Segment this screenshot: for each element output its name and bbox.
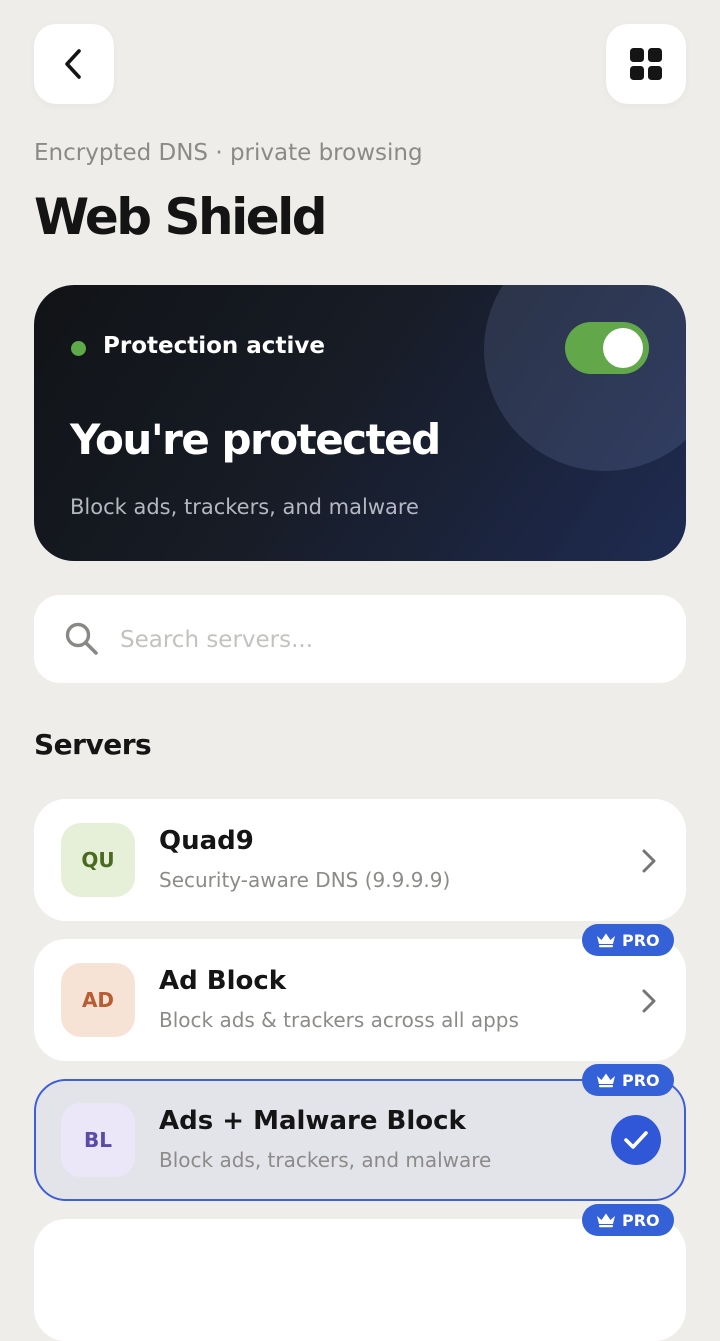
protection-headline: You're protected	[70, 415, 441, 464]
pro-badge: PRO	[582, 924, 674, 956]
server-card-ads-malware-block[interactable]: PRO BL Ads + Malware Block Block ads, tr…	[34, 1064, 686, 1201]
protection-card: Protection active You're protected Block…	[34, 285, 686, 561]
pro-label: PRO	[622, 1070, 660, 1090]
chevron-left-icon	[65, 49, 81, 79]
search-icon	[65, 622, 98, 655]
server-name: Quad9	[159, 826, 254, 856]
crown-icon	[597, 1073, 615, 1088]
back-button[interactable]	[34, 24, 114, 104]
server-card-partial[interactable]: PRO	[34, 1204, 686, 1341]
server-avatar: QU	[61, 823, 135, 897]
chevron-right-icon	[642, 989, 656, 1013]
selected-check	[611, 1115, 661, 1165]
server-avatar: AD	[61, 963, 135, 1037]
protection-status: Protection active	[103, 333, 325, 359]
server-description: Security-aware DNS (9.9.9.9)	[159, 868, 451, 892]
toggle-knob	[603, 328, 643, 368]
protection-description: Block ads, trackers, and malware	[70, 495, 419, 519]
search-input[interactable]	[118, 617, 662, 663]
server-name: Ad Block	[159, 966, 287, 996]
menu-button[interactable]	[606, 24, 686, 104]
page-title: Web Shield	[34, 188, 328, 246]
pro-label: PRO	[622, 1210, 660, 1230]
pro-badge: PRO	[582, 1204, 674, 1236]
crown-icon	[597, 1213, 615, 1228]
pro-label: PRO	[622, 930, 660, 950]
server-name: Ads + Malware Block	[159, 1106, 466, 1136]
chevron-right-icon	[642, 849, 656, 873]
crown-icon	[597, 933, 615, 948]
server-description: Block ads & trackers across all apps	[159, 1008, 519, 1032]
servers-heading: Servers	[34, 728, 152, 761]
page-subtitle: Encrypted DNS · private browsing	[34, 140, 423, 166]
server-description: Block ads, trackers, and malware	[159, 1148, 492, 1172]
server-avatar: BL	[61, 1103, 135, 1177]
checkmark-icon	[624, 1131, 648, 1149]
grid-icon	[630, 48, 662, 80]
server-card-quad9[interactable]: QU Quad9 Security-aware DNS (9.9.9.9)	[34, 799, 686, 921]
search-bar[interactable]	[34, 595, 686, 683]
pro-badge: PRO	[582, 1064, 674, 1096]
server-card-ad-block[interactable]: PRO AD Ad Block Block ads & trackers acr…	[34, 924, 686, 1061]
protection-toggle[interactable]	[565, 322, 649, 374]
status-dot-icon	[71, 341, 86, 356]
decorative-circle	[484, 285, 686, 471]
